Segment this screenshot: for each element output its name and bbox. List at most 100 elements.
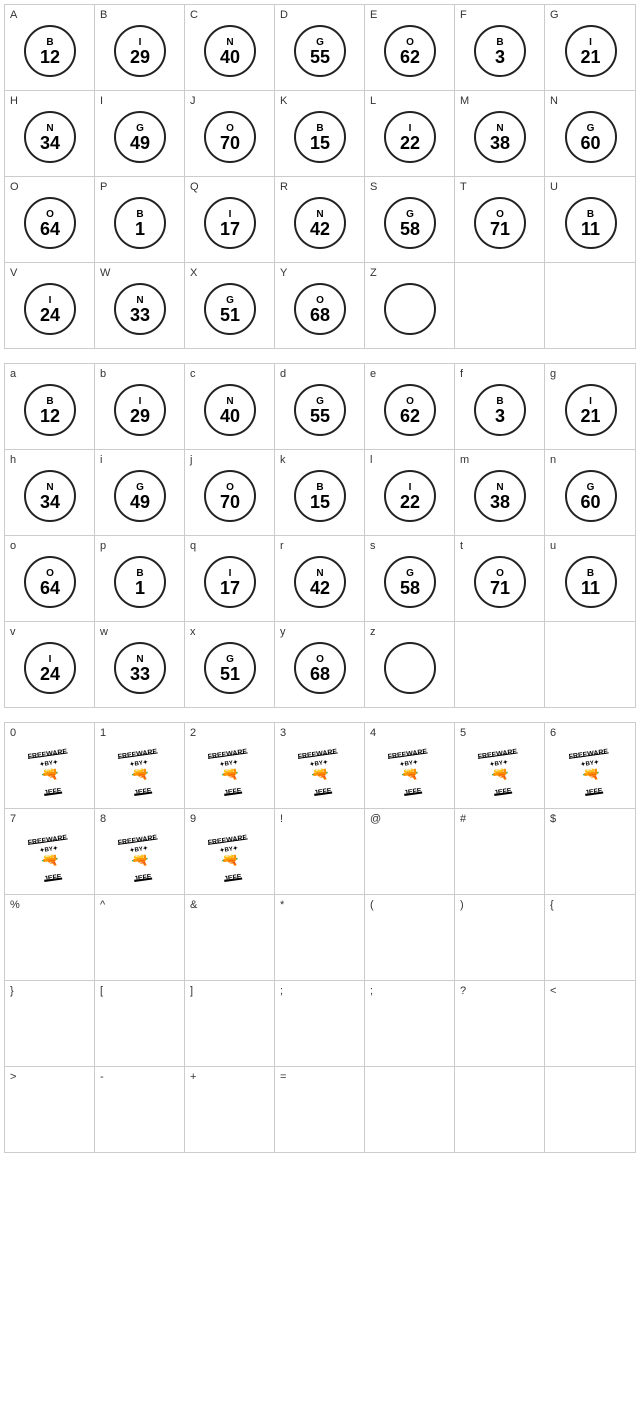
cell-label: ]	[190, 985, 193, 997]
bingo-cell: hN34	[5, 450, 95, 535]
ball-number: 12	[40, 407, 60, 425]
cell-label: m	[460, 454, 469, 466]
cell-label: C	[190, 9, 198, 21]
freeware-cell: 5FREEWARE✦BY✦🔫JEFE	[455, 723, 545, 808]
cell-label: %	[10, 899, 20, 911]
bingo-cell: LI22	[365, 91, 455, 176]
bingo-cell: iG49	[95, 450, 185, 535]
bingo-ball: B12	[24, 25, 76, 77]
cell-label: q	[190, 540, 196, 552]
bingo-cell: KB15	[275, 91, 365, 176]
cell-label: k	[280, 454, 286, 466]
bingo-cell: PB1	[95, 177, 185, 262]
bingo-cell: kB15	[275, 450, 365, 535]
bingo-ball: B12	[24, 384, 76, 436]
cell-label: &	[190, 899, 197, 911]
ball-number: 70	[220, 493, 240, 511]
bingo-ball: B15	[294, 111, 346, 163]
cell-label: L	[370, 95, 376, 107]
ball-number: 68	[310, 306, 330, 324]
bingo-ball: O70	[204, 470, 256, 522]
grid-row: OO64PB1QI17RN42SG58TO71UB11	[5, 177, 635, 263]
freeware-image: FREEWARE✦BY✦🔫JEFE	[466, 743, 534, 798]
bingo-ball: N34	[24, 470, 76, 522]
bingo-cell: qI17	[185, 536, 275, 621]
bingo-ball: N42	[294, 197, 346, 249]
ball-number: 15	[310, 493, 330, 511]
bingo-cell: fB3	[455, 364, 545, 449]
blank-cell: }	[5, 981, 95, 1066]
section-symbols: 0FREEWARE✦BY✦🔫JEFE1FREEWARE✦BY✦🔫JEFE2FRE…	[4, 722, 636, 1153]
grid-row: 0FREEWARE✦BY✦🔫JEFE1FREEWARE✦BY✦🔫JEFE2FRE…	[5, 723, 635, 809]
ball-number: 1	[135, 220, 145, 238]
ball-number: 38	[490, 134, 510, 152]
bingo-cell: FB3	[455, 5, 545, 90]
bingo-cell: GI21	[545, 5, 635, 90]
grid-row: vI24wN33xG51yO68z	[5, 622, 635, 707]
ball-number: 24	[40, 665, 60, 683]
cell-label: -	[100, 1071, 104, 1083]
cell-label: 0	[10, 727, 16, 739]
bingo-cell: UB11	[545, 177, 635, 262]
cell-label: b	[100, 368, 106, 380]
freeware-image: FREEWARE✦BY✦🔫JEFE	[16, 743, 84, 798]
cell-label: V	[10, 267, 17, 279]
freeware-image: FREEWARE✦BY✦🔫JEFE	[196, 743, 264, 798]
freeware-cell: 0FREEWARE✦BY✦🔫JEFE	[5, 723, 95, 808]
bingo-cell: dG55	[275, 364, 365, 449]
blank-cell: *	[275, 895, 365, 980]
cell-label: #	[460, 813, 466, 825]
blank-cell: (	[365, 895, 455, 980]
bingo-ball: I24	[24, 283, 76, 335]
cell-label: >	[10, 1071, 16, 1083]
cell-label: I	[100, 95, 103, 107]
cell-label: l	[370, 454, 372, 466]
bingo-ball: O64	[24, 556, 76, 608]
blank-cell	[545, 622, 635, 707]
cell-label: B	[100, 9, 107, 21]
ball-number: 64	[40, 220, 60, 238]
cell-label: Y	[280, 267, 287, 279]
cell-label: s	[370, 540, 376, 552]
bingo-ball: I17	[204, 197, 256, 249]
bingo-ball: I22	[384, 470, 436, 522]
bingo-ball: G58	[384, 197, 436, 249]
ball-number: 33	[130, 665, 150, 683]
cell-label: G	[550, 9, 559, 21]
bingo-ball: G58	[384, 556, 436, 608]
ball-number: 58	[400, 220, 420, 238]
ball-number: 58	[400, 579, 420, 597]
cell-label: 1	[100, 727, 106, 739]
cell-label: N	[550, 95, 558, 107]
ball-number: 29	[130, 407, 150, 425]
cell-label: 9	[190, 813, 196, 825]
bingo-cell: DG55	[275, 5, 365, 90]
bingo-cell: BI29	[95, 5, 185, 90]
ball-number: 71	[490, 220, 510, 238]
bingo-cell: V I24	[5, 263, 95, 348]
ball-number: 22	[400, 134, 420, 152]
bingo-cell: oO64	[5, 536, 95, 621]
cell-label: <	[550, 985, 556, 997]
blank-cell: ;	[365, 981, 455, 1066]
bingo-ball: G60	[565, 470, 617, 522]
cell-label: [	[100, 985, 103, 997]
grid-row: HN34IG49JO70KB15LI22MN38NG60	[5, 91, 635, 177]
ball-number: 62	[400, 48, 420, 66]
bingo-cell: eO62	[365, 364, 455, 449]
cell-label: 8	[100, 813, 106, 825]
ball-number: 60	[580, 134, 600, 152]
cell-label: v	[10, 626, 16, 638]
bingo-ball: I21	[565, 384, 617, 436]
cell-label: z	[370, 626, 376, 638]
bingo-cell: yO68	[275, 622, 365, 707]
cell-label: (	[370, 899, 374, 911]
cell-label: J	[190, 95, 196, 107]
cell-label: R	[280, 181, 288, 193]
bingo-cell: EO62	[365, 5, 455, 90]
bingo-ball: N42	[294, 556, 346, 608]
freeware-cell: 1FREEWARE✦BY✦🔫JEFE	[95, 723, 185, 808]
bingo-ball: G55	[294, 384, 346, 436]
ball-number: 21	[580, 407, 600, 425]
blank-cell: <	[545, 981, 635, 1066]
